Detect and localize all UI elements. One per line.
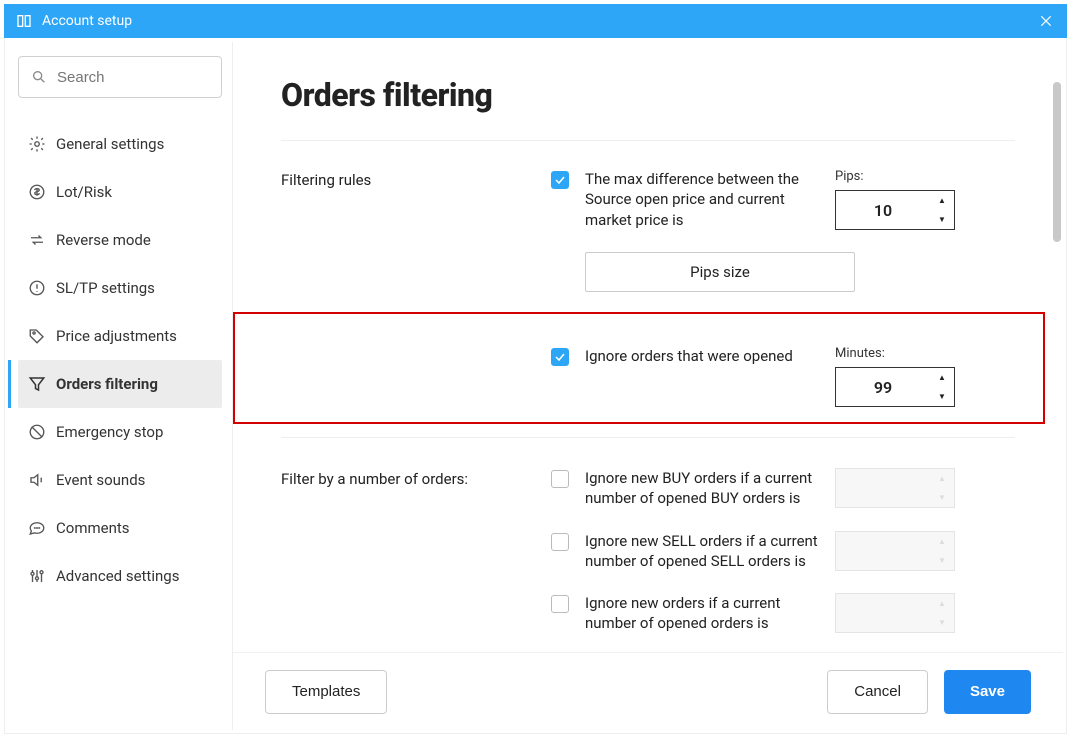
templates-button[interactable]: Templates: [265, 670, 387, 714]
section-label-filtering-rules: Filtering rules: [281, 169, 551, 407]
rule-max-diff-text: The max difference between the Source op…: [585, 169, 821, 230]
minutes-step-up-icon[interactable]: ▲: [930, 368, 954, 387]
save-button[interactable]: Save: [944, 670, 1031, 714]
chat-icon: [28, 519, 56, 537]
minutes-input[interactable]: 99 ▲ ▼: [835, 367, 955, 407]
sliders-icon: [28, 567, 56, 585]
sidebar-item-label: Reverse mode: [56, 231, 151, 249]
titlebar: Account setup: [4, 4, 1067, 38]
sidebar-item-sounds[interactable]: Event sounds: [18, 456, 222, 504]
sidebar-item-label: Price adjustments: [56, 327, 177, 345]
step-up-icon: ▲: [930, 469, 954, 488]
sidebar-item-comments[interactable]: Comments: [18, 504, 222, 552]
sidebar-item-sltp[interactable]: SL/TP settings: [18, 264, 222, 312]
section-filter-count: Filter by a number of orders: Ignore new…: [281, 468, 1015, 634]
rule-ignore-opened-checkbox[interactable]: [551, 348, 569, 366]
rule-buy-text: Ignore new BUY orders if a current numbe…: [585, 468, 821, 509]
main-panel: Orders filtering Filtering rules The max: [233, 42, 1063, 730]
sidebar-item-label: Advanced settings: [56, 567, 179, 585]
divider: [281, 140, 1015, 141]
pips-size-button[interactable]: Pips size: [585, 252, 855, 292]
sidebar-item-emerg[interactable]: Emergency stop: [18, 408, 222, 456]
sidebar-item-lotrisk[interactable]: Lot/Risk: [18, 168, 222, 216]
dollar-icon: [28, 183, 56, 201]
step-up-icon: ▲: [930, 532, 954, 551]
step-down-icon: ▼: [930, 488, 954, 507]
scrollbar-thumb[interactable]: [1053, 82, 1061, 242]
rule-any-checkbox[interactable]: [551, 595, 569, 613]
rule-buy-input: ▲ ▼: [835, 468, 955, 508]
sidebar-item-label: General settings: [56, 135, 164, 153]
rule-any-text: Ignore new orders if a current number of…: [585, 593, 821, 634]
page-title: Orders filtering: [281, 76, 1015, 114]
sidebar-item-orders[interactable]: Orders filtering: [18, 360, 222, 408]
sidebar-item-label: Comments: [56, 519, 130, 537]
search-box[interactable]: [18, 56, 222, 98]
minutes-label: Minutes:: [835, 346, 885, 361]
sidebar: General settings Lot/Risk Reverse mode SL/T…: [8, 42, 233, 730]
sidebar-item-reverse[interactable]: Reverse mode: [18, 216, 222, 264]
rule-any-value: [836, 594, 930, 632]
nosign-icon: [28, 423, 56, 441]
sidebar-item-label: Orders filtering: [56, 375, 158, 393]
step-up-icon: ▲: [930, 594, 954, 613]
rule-buy-value: [836, 469, 930, 507]
minutes-step-down-icon[interactable]: ▼: [930, 387, 954, 406]
divider: [281, 437, 1015, 438]
rule-sell-text: Ignore new SELL orders if a current numb…: [585, 531, 821, 572]
rule-max-diff-row: The max difference between the Source op…: [551, 169, 1015, 230]
minutes-value[interactable]: 99: [836, 368, 930, 406]
section-label-filter-count: Filter by a number of orders:: [281, 468, 551, 634]
pips-size-button-row: Pips size: [551, 252, 1015, 292]
rule-sell-value: [836, 532, 930, 570]
sidebar-item-price[interactable]: Price adjustments: [18, 312, 222, 360]
window-title: Account setup: [42, 13, 132, 29]
pips-step-up-icon[interactable]: ▲: [930, 191, 954, 210]
rule-ignore-opened-text: Ignore orders that were opened: [585, 346, 821, 366]
alert-icon: [28, 279, 56, 297]
pips-input[interactable]: 10 ▲ ▼: [835, 190, 955, 230]
sidebar-item-label: Lot/Risk: [56, 183, 112, 201]
cancel-button[interactable]: Cancel: [827, 670, 928, 714]
rule-sell-checkbox[interactable]: [551, 533, 569, 551]
sidebar-item-label: Event sounds: [56, 471, 145, 489]
pips-value[interactable]: 10: [836, 191, 930, 229]
section-filtering-rules: Filtering rules The max difference betwe…: [281, 169, 1015, 407]
search-input[interactable]: [57, 69, 209, 86]
reverse-icon: [28, 231, 56, 249]
search-icon: [31, 69, 47, 85]
footer: Templates Cancel Save: [233, 652, 1063, 730]
pips-label: Pips:: [835, 169, 864, 184]
funnel-icon: [28, 375, 56, 393]
rule-buy-checkbox[interactable]: [551, 470, 569, 488]
sidebar-item-general[interactable]: General settings: [18, 120, 222, 168]
app-icon: [16, 13, 32, 29]
rule-max-diff-checkbox[interactable]: [551, 171, 569, 189]
speaker-icon: [28, 471, 56, 489]
rule-ignore-opened-row: Ignore orders that were opened Minutes: …: [551, 346, 1015, 407]
step-down-icon: ▼: [930, 551, 954, 570]
pips-step-down-icon[interactable]: ▼: [930, 210, 954, 229]
sidebar-item-label: SL/TP settings: [56, 279, 155, 297]
sidebar-item-adv[interactable]: Advanced settings: [18, 552, 222, 600]
rule-sell-input: ▲ ▼: [835, 531, 955, 571]
rule-buy-row: Ignore new BUY orders if a current numbe…: [551, 468, 1015, 509]
sidebar-item-label: Emergency stop: [56, 423, 163, 441]
rule-any-input: ▲ ▼: [835, 593, 955, 633]
close-icon[interactable]: [1039, 4, 1053, 38]
tag-icon: [28, 327, 56, 345]
gear-icon: [28, 135, 56, 153]
rule-any-row: Ignore new orders if a current number of…: [551, 593, 1015, 634]
rule-sell-row: Ignore new SELL orders if a current numb…: [551, 531, 1015, 572]
step-down-icon: ▼: [930, 613, 954, 632]
